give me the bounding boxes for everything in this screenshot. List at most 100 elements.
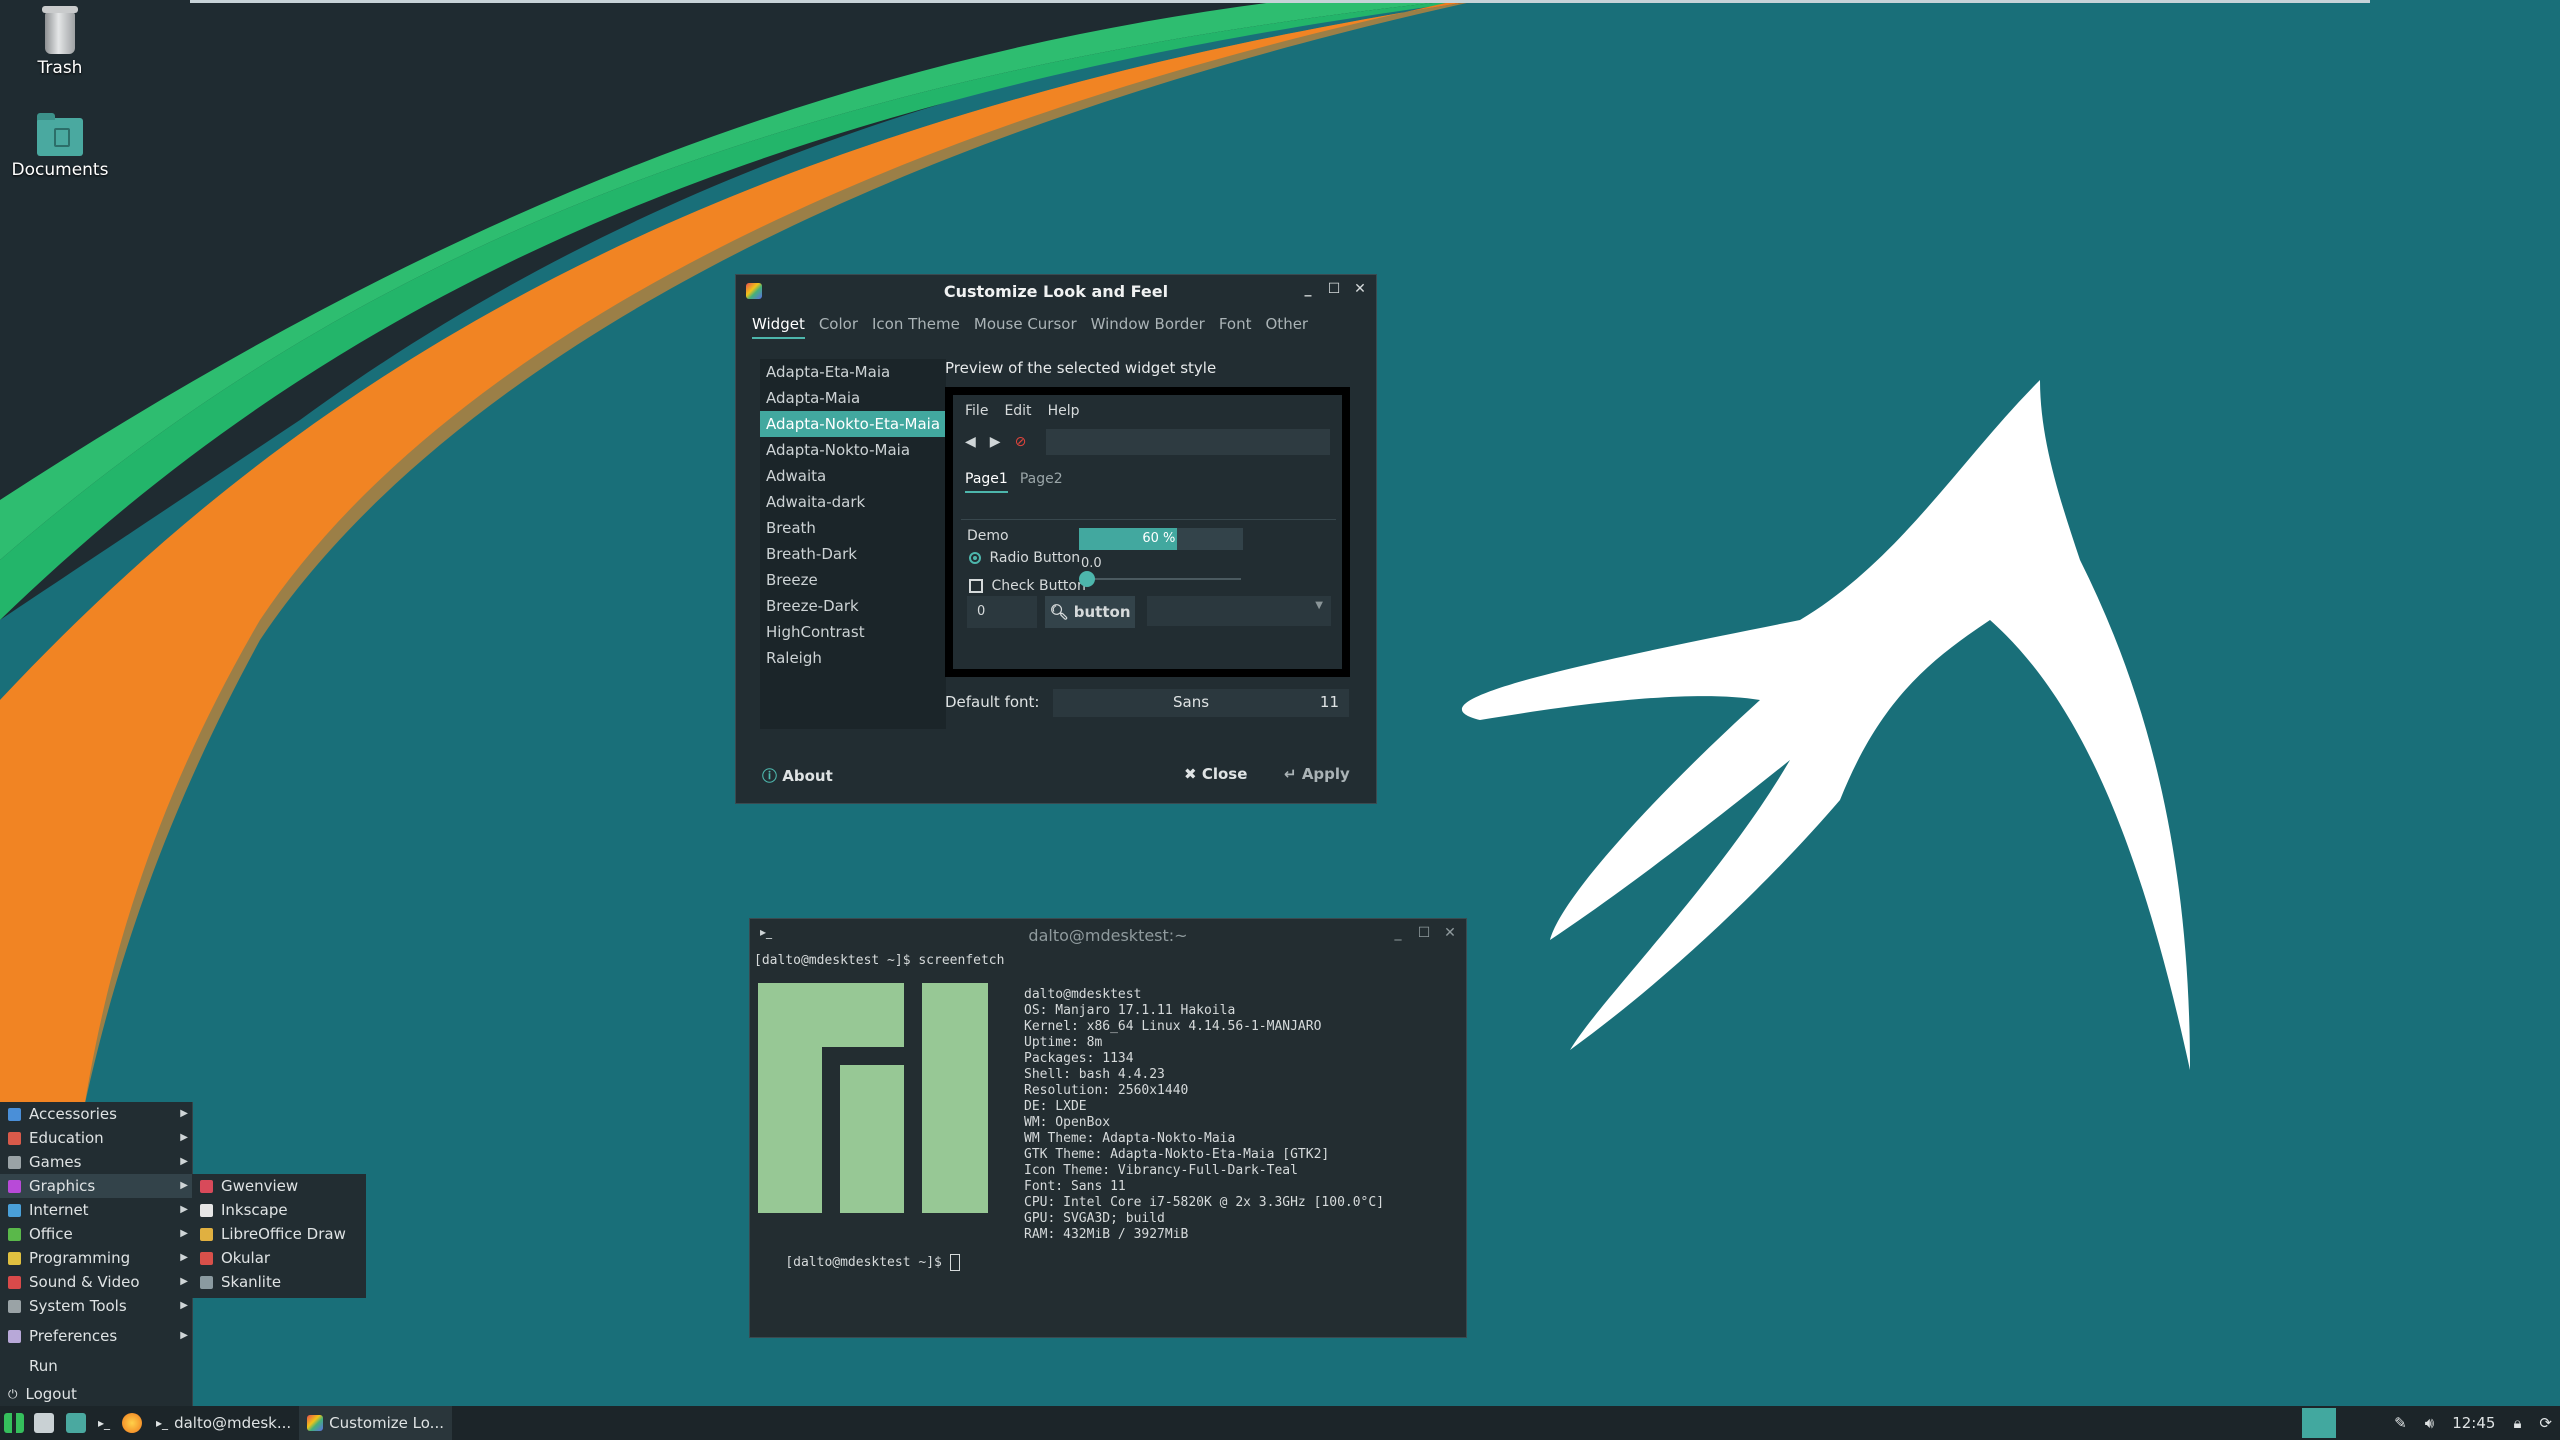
terminal-prompt[interactable]: [dalto@mdesktest ~]$ bbox=[754, 1239, 960, 1286]
menu-item-logout[interactable]: ⏻ Logout bbox=[0, 1382, 192, 1406]
power-icon[interactable]: ⟳ bbox=[2539, 1414, 2552, 1432]
spin-button[interactable]: 0 bbox=[967, 596, 1037, 628]
theme-item[interactable]: Adapta-Eta-Maia bbox=[760, 359, 946, 385]
menu-item-office[interactable]: Office ▶ bbox=[0, 1222, 192, 1246]
theme-item[interactable]: HighContrast bbox=[760, 619, 946, 645]
volume-icon[interactable]: 🔊︎ bbox=[2425, 1414, 2434, 1432]
tab-color[interactable]: Color bbox=[819, 315, 858, 339]
close-window-button[interactable]: ✕ bbox=[1442, 925, 1458, 941]
menu-item-run[interactable]: Run bbox=[0, 1354, 192, 1378]
window-titlebar[interactable]: Customize Look and Feel _ ☐ ✕ bbox=[736, 275, 1376, 307]
widget-preview: File Edit Help ◀ ▶ ⊘ Page1 Page2 Demo 60… bbox=[945, 387, 1350, 677]
tab-other[interactable]: Other bbox=[1266, 315, 1309, 339]
menu-item-graphics[interactable]: Graphics ▶ bbox=[0, 1174, 192, 1198]
maximize-button[interactable]: ☐ bbox=[1326, 281, 1342, 297]
category-icon bbox=[8, 1131, 21, 1145]
menu-item-sound-video[interactable]: Sound & Video ▶ bbox=[0, 1270, 192, 1294]
maximize-button[interactable]: ☐ bbox=[1416, 925, 1432, 941]
preview-tab-page2[interactable]: Page2 bbox=[1020, 471, 1063, 493]
close-window-button[interactable]: ✕ bbox=[1352, 281, 1368, 297]
tab-window-border[interactable]: Window Border bbox=[1091, 315, 1205, 339]
theme-item[interactable]: Adwaita bbox=[760, 463, 946, 489]
scale-slider[interactable] bbox=[1079, 571, 1241, 587]
start-button[interactable] bbox=[0, 1406, 28, 1440]
menu-item-preferences[interactable]: Preferences ▶ bbox=[0, 1324, 192, 1348]
tab-mouse-cursor[interactable]: Mouse Cursor bbox=[974, 315, 1077, 339]
close-button[interactable]: ✖ Close bbox=[1184, 765, 1247, 783]
preview-tab-page1[interactable]: Page1 bbox=[965, 471, 1008, 493]
about-button[interactable]: ⓘ About bbox=[762, 765, 833, 786]
task-customize[interactable]: Customize Lo... bbox=[299, 1406, 452, 1440]
slider-knob[interactable] bbox=[1079, 571, 1095, 587]
app-icon bbox=[200, 1251, 213, 1265]
lock-icon[interactable]: 🔒︎ bbox=[2513, 1414, 2521, 1432]
submenu-item-skanlite[interactable]: Skanlite bbox=[192, 1270, 366, 1294]
submenu-item-inkscape[interactable]: Inkscape bbox=[192, 1198, 366, 1222]
menu-item-games[interactable]: Games ▶ bbox=[0, 1150, 192, 1174]
terminal-launcher[interactable]: ▸_ bbox=[92, 1406, 116, 1440]
preview-combo[interactable]: ▼ bbox=[1147, 596, 1331, 626]
preview-entry[interactable] bbox=[1046, 429, 1330, 455]
preview-button[interactable]: 🔍︎ button bbox=[1045, 596, 1135, 628]
minimize-button[interactable]: _ bbox=[1390, 925, 1406, 941]
menu-item-system-tools[interactable]: System Tools ▶ bbox=[0, 1294, 192, 1318]
progress-fill: 60 % bbox=[1079, 528, 1178, 550]
category-icon bbox=[8, 1227, 21, 1241]
theme-list[interactable]: Adapta-Eta-Maia Adapta-Maia Adapta-Nokto… bbox=[760, 359, 946, 729]
tab-widget[interactable]: Widget bbox=[752, 315, 805, 339]
back-arrow-icon[interactable]: ◀ bbox=[965, 434, 976, 450]
submenu-item-label: Inkscape bbox=[221, 1201, 288, 1219]
minimize-button[interactable]: _ bbox=[1300, 281, 1316, 297]
submenu-item-okular[interactable]: Okular bbox=[192, 1246, 366, 1270]
theme-item[interactable]: Breath-Dark bbox=[760, 541, 946, 567]
theme-item[interactable]: Raleigh bbox=[760, 645, 946, 671]
desktop-icon-documents[interactable]: Documents bbox=[0, 113, 120, 180]
apply-button[interactable]: ↵ Apply bbox=[1284, 765, 1350, 783]
tab-font[interactable]: Font bbox=[1219, 315, 1252, 339]
submenu-item-libreoffice-draw[interactable]: LibreOffice Draw bbox=[192, 1222, 366, 1246]
desktop-icon-label: Documents bbox=[11, 160, 109, 180]
menu-item-label: Logout bbox=[25, 1385, 77, 1403]
theme-item[interactable]: Adapta-Maia bbox=[760, 385, 946, 411]
forward-arrow-icon[interactable]: ▶ bbox=[990, 434, 1001, 450]
font-button[interactable]: Sans 11 bbox=[1053, 689, 1349, 717]
theme-item[interactable]: Breeze-Dark bbox=[760, 593, 946, 619]
file-manager-launcher[interactable] bbox=[60, 1406, 92, 1440]
preview-menu-help[interactable]: Help bbox=[1048, 403, 1080, 419]
sf-line: WM Theme: Adapta-Nokto-Maia bbox=[1024, 1131, 1236, 1146]
stop-icon[interactable]: ⊘ bbox=[1015, 434, 1027, 450]
submenu-item-gwenview[interactable]: Gwenview bbox=[192, 1174, 366, 1198]
chevron-right-icon: ▶ bbox=[180, 1276, 188, 1287]
theme-item[interactable]: Breeze bbox=[760, 567, 946, 593]
theme-item[interactable]: Breath bbox=[760, 515, 946, 541]
font-row: Default font: Sans 11 bbox=[945, 689, 1350, 717]
task-terminal[interactable]: ▸_ dalto@mdesk... bbox=[148, 1406, 299, 1440]
apply-label: Apply bbox=[1301, 765, 1350, 783]
theme-item-selected[interactable]: Adapta-Nokto-Eta-Maia bbox=[760, 411, 946, 437]
workspace-pager[interactable] bbox=[2302, 1408, 2337, 1438]
menu-item-label: Graphics bbox=[29, 1177, 96, 1195]
manjaro-logo bbox=[758, 983, 988, 1213]
show-desktop-button[interactable] bbox=[28, 1406, 60, 1440]
desktop-icon-trash[interactable]: Trash bbox=[0, 6, 120, 78]
menu-item-accessories[interactable]: Accessories ▶ bbox=[0, 1102, 192, 1126]
taskbar: ▸_ ▸_ dalto@mdesk... Customize Lo... ✎ 🔊… bbox=[0, 1406, 2560, 1440]
preview-menu-file[interactable]: File bbox=[965, 403, 988, 419]
menu-item-education[interactable]: Education ▶ bbox=[0, 1126, 192, 1150]
menu-item-internet[interactable]: Internet ▶ bbox=[0, 1198, 192, 1222]
clock[interactable]: 12:45 bbox=[2452, 1414, 2495, 1432]
tab-icon-theme[interactable]: Icon Theme bbox=[872, 315, 960, 339]
terminal-titlebar[interactable]: ▸_ dalto@mdesktest:~ _ ☐ ✕ bbox=[750, 919, 1466, 951]
theme-item[interactable]: Adapta-Nokto-Maia bbox=[760, 437, 946, 463]
check-button[interactable]: Check Button bbox=[969, 578, 1086, 594]
firefox-launcher[interactable] bbox=[116, 1406, 148, 1440]
pen-icon[interactable]: ✎ bbox=[2394, 1414, 2407, 1432]
radio-button[interactable]: Radio Button bbox=[969, 550, 1080, 566]
menu-item-programming[interactable]: Programming ▶ bbox=[0, 1246, 192, 1270]
sf-line: Icon Theme: Vibrancy-Full-Dark-Teal bbox=[1024, 1163, 1298, 1178]
preview-menu-edit[interactable]: Edit bbox=[1004, 403, 1031, 419]
close-label: Close bbox=[1201, 765, 1248, 783]
submenu-item-label: Skanlite bbox=[221, 1273, 282, 1291]
theme-item[interactable]: Adwaita-dark bbox=[760, 489, 946, 515]
cursor bbox=[949, 1254, 960, 1271]
